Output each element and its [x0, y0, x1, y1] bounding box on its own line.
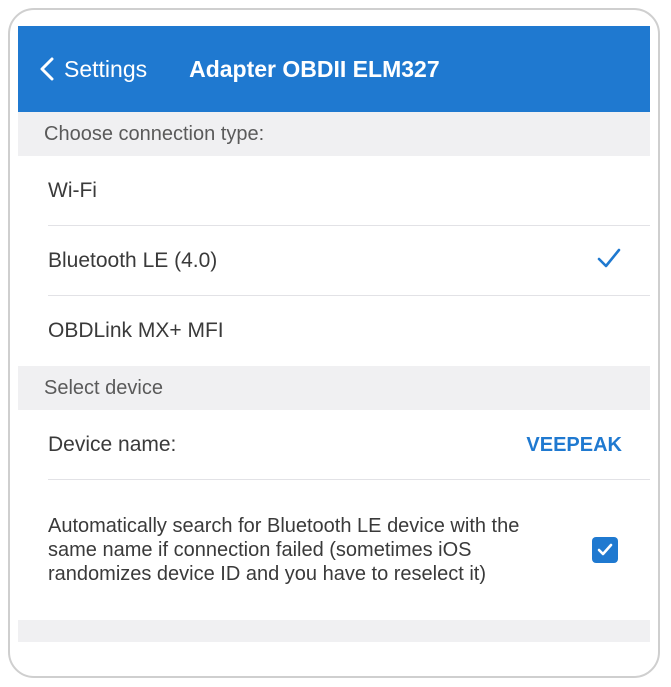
select-device-header: Select device [18, 366, 650, 410]
settings-content: Choose connection type: Wi-Fi Bluetooth … [18, 112, 650, 642]
device-name-row[interactable]: Device name: VEEPEAK [18, 410, 650, 480]
back-button-label: Settings [64, 55, 148, 82]
chevron-left-icon [40, 57, 54, 81]
bottom-section-strip [18, 620, 650, 642]
checkmark-icon [596, 247, 622, 275]
connection-option-bluetooth-le[interactable]: Bluetooth LE (4.0) [18, 226, 650, 296]
connection-option-label: Wi-Fi [48, 179, 97, 202]
back-button[interactable]: Settings [40, 56, 147, 83]
page-title: Adapter OBDII ELM327 [189, 55, 440, 82]
device-name-value[interactable]: VEEPEAK [526, 434, 622, 457]
auto-search-row: Automatically search for Bluetooth LE de… [18, 480, 650, 620]
auto-search-description: Automatically search for Bluetooth LE de… [48, 515, 520, 585]
auto-search-checkbox[interactable] [592, 537, 618, 563]
navigation-bar: Settings Adapter OBDII ELM327 [18, 26, 650, 112]
connection-option-obdlink[interactable]: OBDLink MX+ MFI [18, 296, 650, 366]
device-name-label: Device name: [48, 433, 177, 456]
connection-option-label: OBDLink MX+ MFI [48, 319, 224, 342]
connection-type-header: Choose connection type: [18, 112, 650, 156]
checkbox-check-icon [597, 543, 613, 556]
connection-option-wifi[interactable]: Wi-Fi [18, 156, 650, 226]
connection-option-label: Bluetooth LE (4.0) [48, 249, 218, 272]
